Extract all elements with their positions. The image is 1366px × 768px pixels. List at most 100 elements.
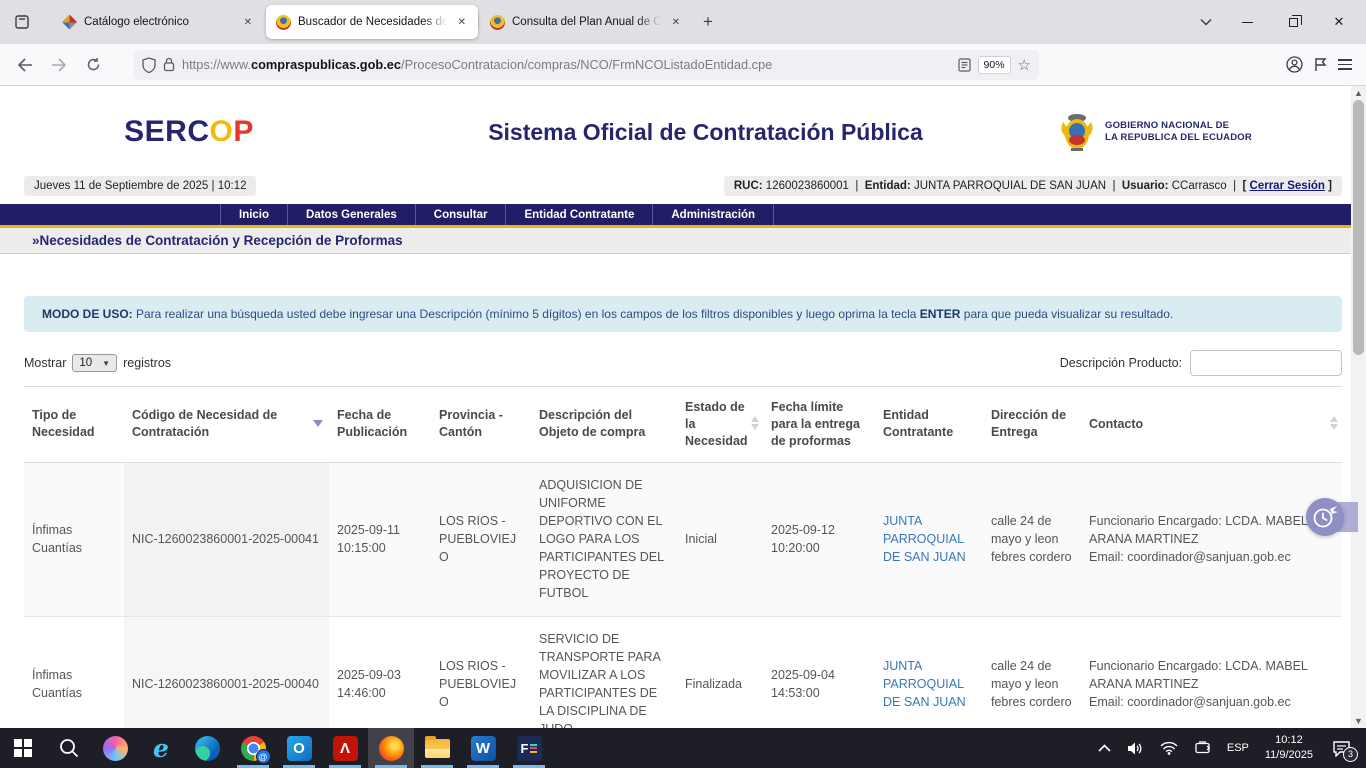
nav-item-datos-generales[interactable]: Datos Generales [287, 204, 415, 225]
wifi-icon[interactable] [1153, 728, 1185, 768]
nav-item-consultar[interactable]: Consultar [415, 204, 506, 225]
window-close-button[interactable]: ✕ [1318, 5, 1360, 39]
file-explorer-icon [425, 739, 450, 758]
taskbar-outlook-button[interactable]: O [276, 728, 322, 768]
word-icon: W [471, 736, 496, 761]
column-header-label: Fecha de Publicación [337, 408, 407, 439]
reload-icon[interactable] [78, 50, 108, 80]
taskbar-edge-button[interactable] [184, 728, 230, 768]
url-text[interactable]: https://www.compraspublicas.gob.ec/Proce… [182, 57, 951, 72]
tracking-shield-icon[interactable] [142, 57, 156, 73]
site-title: Sistema Oficial de Contratación Pública [354, 119, 1057, 146]
taskbar-chrome-button[interactable]: @ [230, 728, 276, 768]
taskbar-ie-button[interactable]: e [138, 728, 184, 768]
taskbar-word-button[interactable]: W [460, 728, 506, 768]
column-header[interactable]: Fecha límite para la entrega de proforma… [763, 387, 875, 463]
url-bar[interactable]: https://www.compraspublicas.gob.ec/Proce… [134, 50, 1039, 80]
column-header[interactable]: Entidad Contratante [875, 387, 983, 463]
scroll-down-icon[interactable]: ▼ [1354, 714, 1363, 728]
tab-close-icon[interactable]: ✕ [240, 15, 256, 30]
cell-entidad: JUNTA PARROQUIAL DE SAN JUAN [875, 616, 983, 728]
forward-icon[interactable] [44, 50, 74, 80]
taskbar-acrobat-button[interactable]: Λ [322, 728, 368, 768]
cell-estado: Inicial [677, 462, 763, 616]
action-center-button[interactable]: 3 [1322, 728, 1360, 768]
filter-row: Mostrar 10▼ registros Descripción Produc… [24, 350, 1342, 376]
product-description-input[interactable] [1190, 350, 1342, 376]
tab-close-icon[interactable]: ✕ [668, 15, 684, 30]
column-header[interactable]: Descripción del Objeto de compra [531, 387, 677, 463]
taskbar-firefox-button[interactable] [368, 728, 414, 768]
cell-direccion: calle 24 de mayo y leon febres cordero [983, 616, 1081, 728]
taskbar-search-button[interactable] [46, 728, 92, 768]
window-restore-button[interactable] [1272, 5, 1314, 39]
winged-clock-icon [1306, 498, 1344, 536]
new-tab-button[interactable]: + [693, 7, 723, 37]
nav-item-administración[interactable]: Administración [652, 204, 774, 225]
column-header[interactable]: Tipo de Necesidad [24, 387, 124, 463]
taskbar-copilot-button[interactable] [92, 728, 138, 768]
back-icon[interactable] [10, 50, 40, 80]
tray-chevron-icon[interactable] [1091, 728, 1118, 768]
cell-direccion: calle 24 de mayo y leon febres cordero [983, 462, 1081, 616]
window-minimize-button[interactable] [1226, 5, 1268, 39]
column-header[interactable]: Contacto [1081, 387, 1342, 463]
table-body: Ínfimas CuantíasNIC-1260023860001-2025-0… [24, 462, 1342, 728]
tab-title: Buscador de Necesidades de Co [298, 16, 447, 28]
contact-funcionario: Funcionario Encargado: LCDA. MABEL ARANA… [1089, 512, 1334, 548]
entidad-link[interactable]: JUNTA PARROQUIAL DE SAN JUAN [883, 659, 966, 709]
tab-close-icon[interactable]: ✕ [454, 15, 470, 30]
connect-display-icon[interactable] [1187, 728, 1218, 768]
scroll-up-icon[interactable]: ▲ [1354, 86, 1363, 100]
logout-link[interactable]: Cerrar Sesión [1250, 180, 1325, 192]
column-header[interactable]: Código de Necesidad de Contratación [124, 387, 329, 463]
sercop-logo: SERCOP [24, 115, 354, 149]
nav-item-entidad-contratante[interactable]: Entidad Contratante [505, 204, 652, 225]
session-info: RUC: 1260023860001 | Entidad: JUNTA PARR… [724, 176, 1342, 196]
masthead: SERCOP Sistema Oficial de Contratación P… [24, 90, 1342, 174]
sort-icon [1330, 416, 1338, 430]
sercop-favicon-icon [276, 15, 291, 30]
tab-buscador-necesidades[interactable]: Buscador de Necesidades de Co ✕ [266, 5, 478, 39]
reader-mode-icon[interactable] [958, 58, 971, 72]
account-icon[interactable] [1286, 56, 1303, 73]
column-header-label: Dirección de Entrega [991, 408, 1066, 439]
column-header-label: Fecha límite para la entrega de proforma… [771, 400, 860, 448]
language-indicator[interactable]: ESP [1220, 728, 1256, 768]
session-datetime: Jueves 11 de Septiembre de 2025 | 10:12 [24, 176, 256, 196]
cell-contacto: Funcionario Encargado: LCDA. MABEL ARANA… [1081, 462, 1342, 616]
column-header[interactable]: Dirección de Entrega [983, 387, 1081, 463]
cell-fecha_limite: 2025-09-04 14:53:00 [763, 616, 875, 728]
volume-icon[interactable] [1120, 728, 1151, 768]
fes-app-icon: F [517, 736, 542, 761]
cell-entidad: JUNTA PARROQUIAL DE SAN JUAN [875, 462, 983, 616]
cell-fecha_limite: 2025-09-12 10:20:00 [763, 462, 875, 616]
column-header[interactable]: Estado de la Necesidad [677, 387, 763, 463]
start-button[interactable] [0, 728, 46, 768]
zoom-level-chip[interactable]: 90% [978, 56, 1011, 74]
extensions-icon[interactable] [1313, 57, 1328, 73]
lock-icon[interactable] [163, 57, 175, 72]
page-scrollbar[interactable]: ▲ ▼ [1351, 86, 1366, 728]
scrollbar-thumb[interactable] [1353, 100, 1364, 355]
tab-catalogo[interactable]: Catálogo electrónico ✕ [52, 5, 264, 39]
tab-plan-anual[interactable]: Consulta del Plan Anual de Con ✕ [480, 5, 692, 39]
floating-timer-widget[interactable] [1306, 498, 1358, 536]
page-title: »Necesidades de Contratación y Recepción… [0, 228, 1366, 254]
cell-estado: Finalizada [677, 616, 763, 728]
entidad-link[interactable]: JUNTA PARROQUIAL DE SAN JUAN [883, 514, 966, 564]
main-navbar: InicioDatos GeneralesConsultarEntidad Co… [0, 204, 1366, 228]
chrome-profile-badge: @ [256, 749, 271, 764]
column-header[interactable]: Provincia - Cantón [431, 387, 531, 463]
nav-item-inicio[interactable]: Inicio [220, 204, 287, 225]
bookmark-star-icon[interactable]: ☆ [1018, 56, 1031, 74]
menu-hamburger-icon[interactable] [1338, 56, 1352, 73]
list-all-tabs-icon[interactable] [1190, 7, 1222, 37]
taskbar-explorer-button[interactable] [414, 728, 460, 768]
ecuador-crest-icon [1057, 110, 1097, 154]
firefox-view-icon[interactable] [6, 7, 38, 37]
taskbar-fes-button[interactable]: F [506, 728, 552, 768]
records-per-page-select[interactable]: 10▼ [72, 354, 117, 372]
column-header[interactable]: Fecha de Publicación [329, 387, 431, 463]
taskbar-clock[interactable]: 10:12 11/9/2025 [1258, 728, 1320, 768]
